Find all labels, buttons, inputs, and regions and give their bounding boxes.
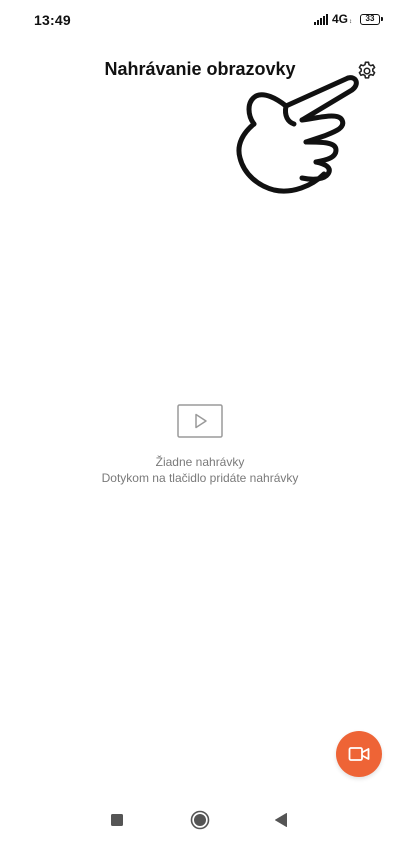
status-icons: 4G ↕ 33 (313, 12, 383, 26)
empty-state: Žiadne nahrávky Dotykom na tlačidlo prid… (0, 404, 400, 486)
circle-icon (190, 810, 210, 830)
empty-state-hint: Dotykom na tlačidlo pridáte nahrávky (101, 471, 299, 485)
battery-icon: 33 (360, 13, 383, 25)
triangle-back-icon (275, 813, 287, 827)
status-time: 13:49 (34, 12, 71, 28)
network-activity-icon: ↕ (349, 19, 352, 25)
network-label: 4G (331, 12, 348, 26)
back-button[interactable] (271, 810, 291, 830)
empty-state-title: Žiadne nahrávky (155, 455, 245, 469)
recents-button[interactable] (107, 810, 127, 830)
video-camera-icon (348, 747, 370, 761)
signal-icon (313, 13, 328, 25)
record-button[interactable] (336, 731, 382, 777)
navigation-bar (0, 800, 400, 844)
status-bar: 13:49 4G ↕ 33 (0, 0, 400, 40)
square-icon (111, 814, 123, 826)
home-button[interactable] (190, 810, 210, 830)
battery-level: 33 (365, 13, 375, 23)
pointing-hand-icon (236, 75, 359, 194)
video-play-icon (177, 404, 223, 438)
